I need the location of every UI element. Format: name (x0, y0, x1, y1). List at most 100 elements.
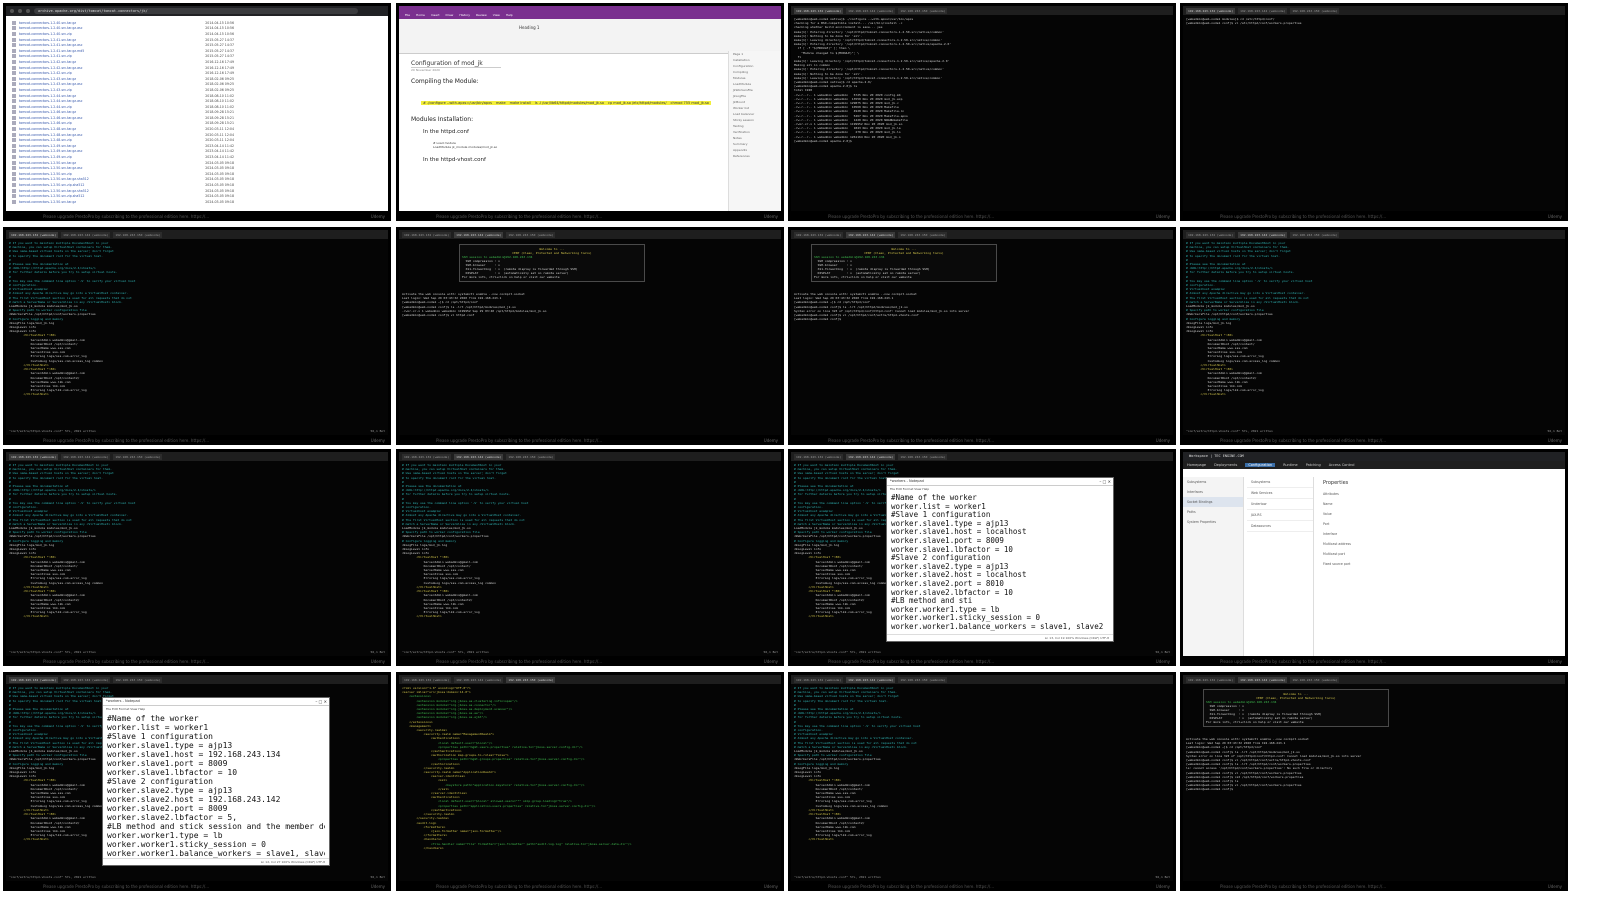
page-list-item[interactable]: References (729, 153, 781, 159)
config-item[interactable]: Paths (1183, 507, 1243, 517)
config-item[interactable]: Interfaces (1183, 487, 1243, 497)
file-name[interactable]: tomcat-connectors-1.2.50-src.zip.sha512 (19, 194, 84, 198)
property-row[interactable]: Name (1319, 499, 1561, 509)
notepad-text-area[interactable]: #Name of the worker worker.list = worker1… (887, 492, 1113, 634)
file-name[interactable]: tomcat-connectors-1.2.50-src.tar.gz.asc (19, 166, 82, 170)
nav-access-control[interactable]: Access Control (1329, 463, 1355, 467)
nav-configuration[interactable]: Configuration (1245, 463, 1276, 467)
file-row[interactable]: tomcat-connectors-1.2.50-src.tar.gz 2024-… (12, 199, 384, 205)
file-name[interactable]: tomcat-connectors-1.2.41-src.tar.gz.md5 (19, 49, 84, 53)
terminal-tab-2[interactable]: 192.168.243.142 (webnode) (1238, 7, 1288, 14)
file-name[interactable]: tomcat-connectors-1.2.44-src.tar.gz (19, 94, 76, 98)
terminal-tab-1[interactable]: 192.168.243.134 (webnode) (1186, 231, 1236, 238)
file-name[interactable]: tomcat-connectors-1.2.49-src.tar.gz (19, 144, 76, 148)
ribbon-tab-home[interactable]: Home (416, 12, 425, 19)
terminal-tab-1[interactable]: 192.168.243.134 (webnode) (9, 676, 59, 683)
property-row[interactable]: Multicast port (1319, 549, 1561, 559)
terminal-tab-2[interactable]: 192.168.243.142 (webnode) (846, 231, 896, 238)
file-name[interactable]: tomcat-connectors-1.2.50-src.tar.gz (19, 200, 76, 204)
file-name[interactable]: tomcat-connectors-1.2.42-src.tar.gz (19, 60, 76, 64)
terminal-tab-2[interactable]: 192.168.243.142 (webnode) (61, 453, 111, 460)
terminal-tab-1[interactable]: 192.168.243.134 (webnode) (794, 231, 844, 238)
address-bar[interactable]: archive.apache.org/dist/tomcat/tomcat-co… (34, 8, 358, 14)
terminal-tab-1[interactable]: 192.168.243.134 (webnode) (402, 676, 452, 683)
ribbon-tab-draw[interactable]: Draw (446, 12, 454, 19)
file-name[interactable]: tomcat-connectors-1.2.49-src.zip (19, 155, 72, 159)
file-name[interactable]: tomcat-connectors-1.2.40-src.tar.gz.asc (19, 26, 82, 30)
property-row[interactable]: Attributes (1319, 489, 1561, 499)
thumbnail-7[interactable]: Welcome to ... CENT (Clean, Protected and… (788, 227, 1176, 445)
nav-patching[interactable]: Patching (1306, 463, 1321, 467)
terminal-tab-1[interactable]: 192.168.243.134 (webnode) (1186, 7, 1236, 14)
file-name[interactable]: tomcat-connectors-1.2.41-src.tar.gz (19, 38, 76, 42)
file-name[interactable]: tomcat-connectors-1.2.41-src.zip (19, 54, 72, 58)
terminal-tab-3[interactable]: 192.168.243.150 (webnode) (506, 453, 556, 460)
back-icon[interactable] (10, 9, 14, 13)
thumbnail-11[interactable]: 192.168.243.134 (webnode) 192.168.243.142… (788, 449, 1176, 666)
terminal-tab-2[interactable]: 192.168.243.142 (webnode) (454, 231, 504, 238)
subsystem-item[interactable]: Datasources (1247, 521, 1313, 532)
terminal-tab-3[interactable]: 192.168.243.150 (webnode) (1290, 7, 1340, 14)
terminal-tab-2[interactable]: 192.168.243.142 (webnode) (846, 676, 896, 683)
property-row[interactable]: Multicast address (1319, 539, 1561, 549)
property-row[interactable]: Value (1319, 509, 1561, 519)
file-name[interactable]: tomcat-connectors-1.2.46-src.tar.gz (19, 110, 76, 114)
nav-homepage[interactable]: Homepage (1187, 463, 1206, 467)
file-name[interactable]: tomcat-connectors-1.2.49-src.tar.gz.asc (19, 149, 82, 153)
ribbon-tab-view[interactable]: View (493, 12, 500, 19)
file-name[interactable]: tomcat-connectors-1.2.43-src.tar.gz.asc (19, 82, 82, 86)
file-name[interactable]: tomcat-connectors-1.2.48-src.zip (19, 138, 72, 142)
file-name[interactable]: tomcat-connectors-1.2.43-src.tar.gz (19, 77, 76, 81)
property-row[interactable]: Interface (1319, 529, 1561, 539)
terminal-tab-3[interactable]: 192.168.243.150 (webnode) (113, 231, 163, 238)
notepad-window[interactable]: *workers - Notepad – □ ✕ File Edit Format … (102, 697, 330, 866)
notepad-text-area[interactable]: #Name of the worker worker.list = worker1… (103, 712, 329, 860)
file-name[interactable]: tomcat-connectors-1.2.40-src.tar.gz (19, 21, 76, 25)
terminal-tab-3[interactable]: 192.168.243.150 (webnode) (898, 453, 948, 460)
file-name[interactable]: tomcat-connectors-1.2.48-src.tar.gz (19, 127, 76, 131)
terminal-tab-1[interactable]: 192.168.243.134 (webnode) (9, 453, 59, 460)
terminal-tab-1[interactable]: 192.168.243.134 (webnode) (402, 231, 452, 238)
thumbnail-14[interactable]: 192.168.243.134 (webnode) 192.168.243.142… (396, 672, 784, 891)
file-name[interactable]: tomcat-connectors-1.2.43-src.zip (19, 88, 72, 92)
thumbnail-10[interactable]: 192.168.243.134 (webnode) 192.168.243.142… (396, 449, 784, 666)
terminal-tab-3[interactable]: 192.168.243.150 (webnode) (1290, 231, 1340, 238)
file-name[interactable]: tomcat-connectors-1.2.42-src.tar.gz.asc (19, 66, 82, 70)
style-gallery[interactable]: Heading 1 (519, 25, 539, 30)
file-name[interactable]: tomcat-connectors-1.2.50-src.tar.gz.sha5… (19, 189, 89, 193)
ribbon-tab-review[interactable]: Review (476, 12, 487, 19)
thumbnail-13[interactable]: 192.168.243.134 (webnode) 192.168.243.142… (3, 672, 391, 891)
terminal-tab-3[interactable]: 192.168.243.150 (webnode) (898, 676, 948, 683)
thumbnail-4[interactable]: 192.168.243.134 (webnode) 192.168.243.142… (1180, 3, 1568, 221)
terminal-tab-3[interactable]: 192.168.243.150 (webnode) (113, 453, 163, 460)
terminal-tab-1[interactable]: 192.168.243.134 (webnode) (794, 676, 844, 683)
terminal-tab-3[interactable]: 192.168.243.150 (webnode) (898, 231, 948, 238)
file-name[interactable]: tomcat-connectors-1.2.48-src.tar.gz.asc (19, 133, 82, 137)
terminal-tab-1[interactable]: 192.168.243.134 (webnode) (1186, 676, 1236, 683)
subsystem-item[interactable]: Subsystems (1247, 477, 1313, 488)
property-row[interactable]: Fixed source port (1319, 559, 1561, 569)
terminal-tab-2[interactable]: 192.168.243.142 (webnode) (454, 676, 504, 683)
subsystem-item[interactable]: Web Services (1247, 488, 1313, 499)
terminal-tab-1[interactable]: 192.168.243.134 (webnode) (794, 7, 844, 14)
terminal-tab-2[interactable]: 192.168.243.142 (webnode) (1238, 231, 1288, 238)
config-item[interactable]: System Properties (1183, 517, 1243, 527)
thumbnail-8[interactable]: 192.168.243.134 (webnode) 192.168.243.142… (1180, 227, 1568, 445)
ribbon-tab-file[interactable]: File (405, 12, 410, 19)
terminal-tab-2[interactable]: 192.168.243.142 (webnode) (61, 231, 111, 238)
terminal-tab-2[interactable]: 192.168.243.142 (webnode) (846, 7, 896, 14)
thumbnail-5[interactable]: 192.168.243.134 (webnode) 192.168.243.142… (3, 227, 391, 445)
property-row[interactable]: Port (1319, 519, 1561, 529)
notepad-window[interactable]: *workers - Notepad – □ ✕ File Edit Format … (886, 477, 1114, 642)
file-name[interactable]: tomcat-connectors-1.2.42-src.zip (19, 71, 72, 75)
ribbon-tab-help[interactable]: Help (506, 12, 513, 19)
terminal-tab-1[interactable]: 192.168.243.134 (webnode) (794, 453, 844, 460)
terminal-tab-2[interactable]: 192.168.243.142 (webnode) (454, 453, 504, 460)
file-name[interactable]: tomcat-connectors-1.2.46-src.zip (19, 121, 72, 125)
config-item[interactable]: Subsystems (1183, 477, 1243, 487)
terminal-tab-1[interactable]: 192.168.243.134 (webnode) (402, 453, 452, 460)
nav-deployments[interactable]: Deployments (1214, 463, 1237, 467)
terminal-tab-3[interactable]: 192.168.243.150 (webnode) (1290, 676, 1340, 683)
thumbnail-15[interactable]: 192.168.243.134 (webnode) 192.168.243.142… (788, 672, 1176, 891)
reload-icon[interactable] (26, 9, 30, 13)
